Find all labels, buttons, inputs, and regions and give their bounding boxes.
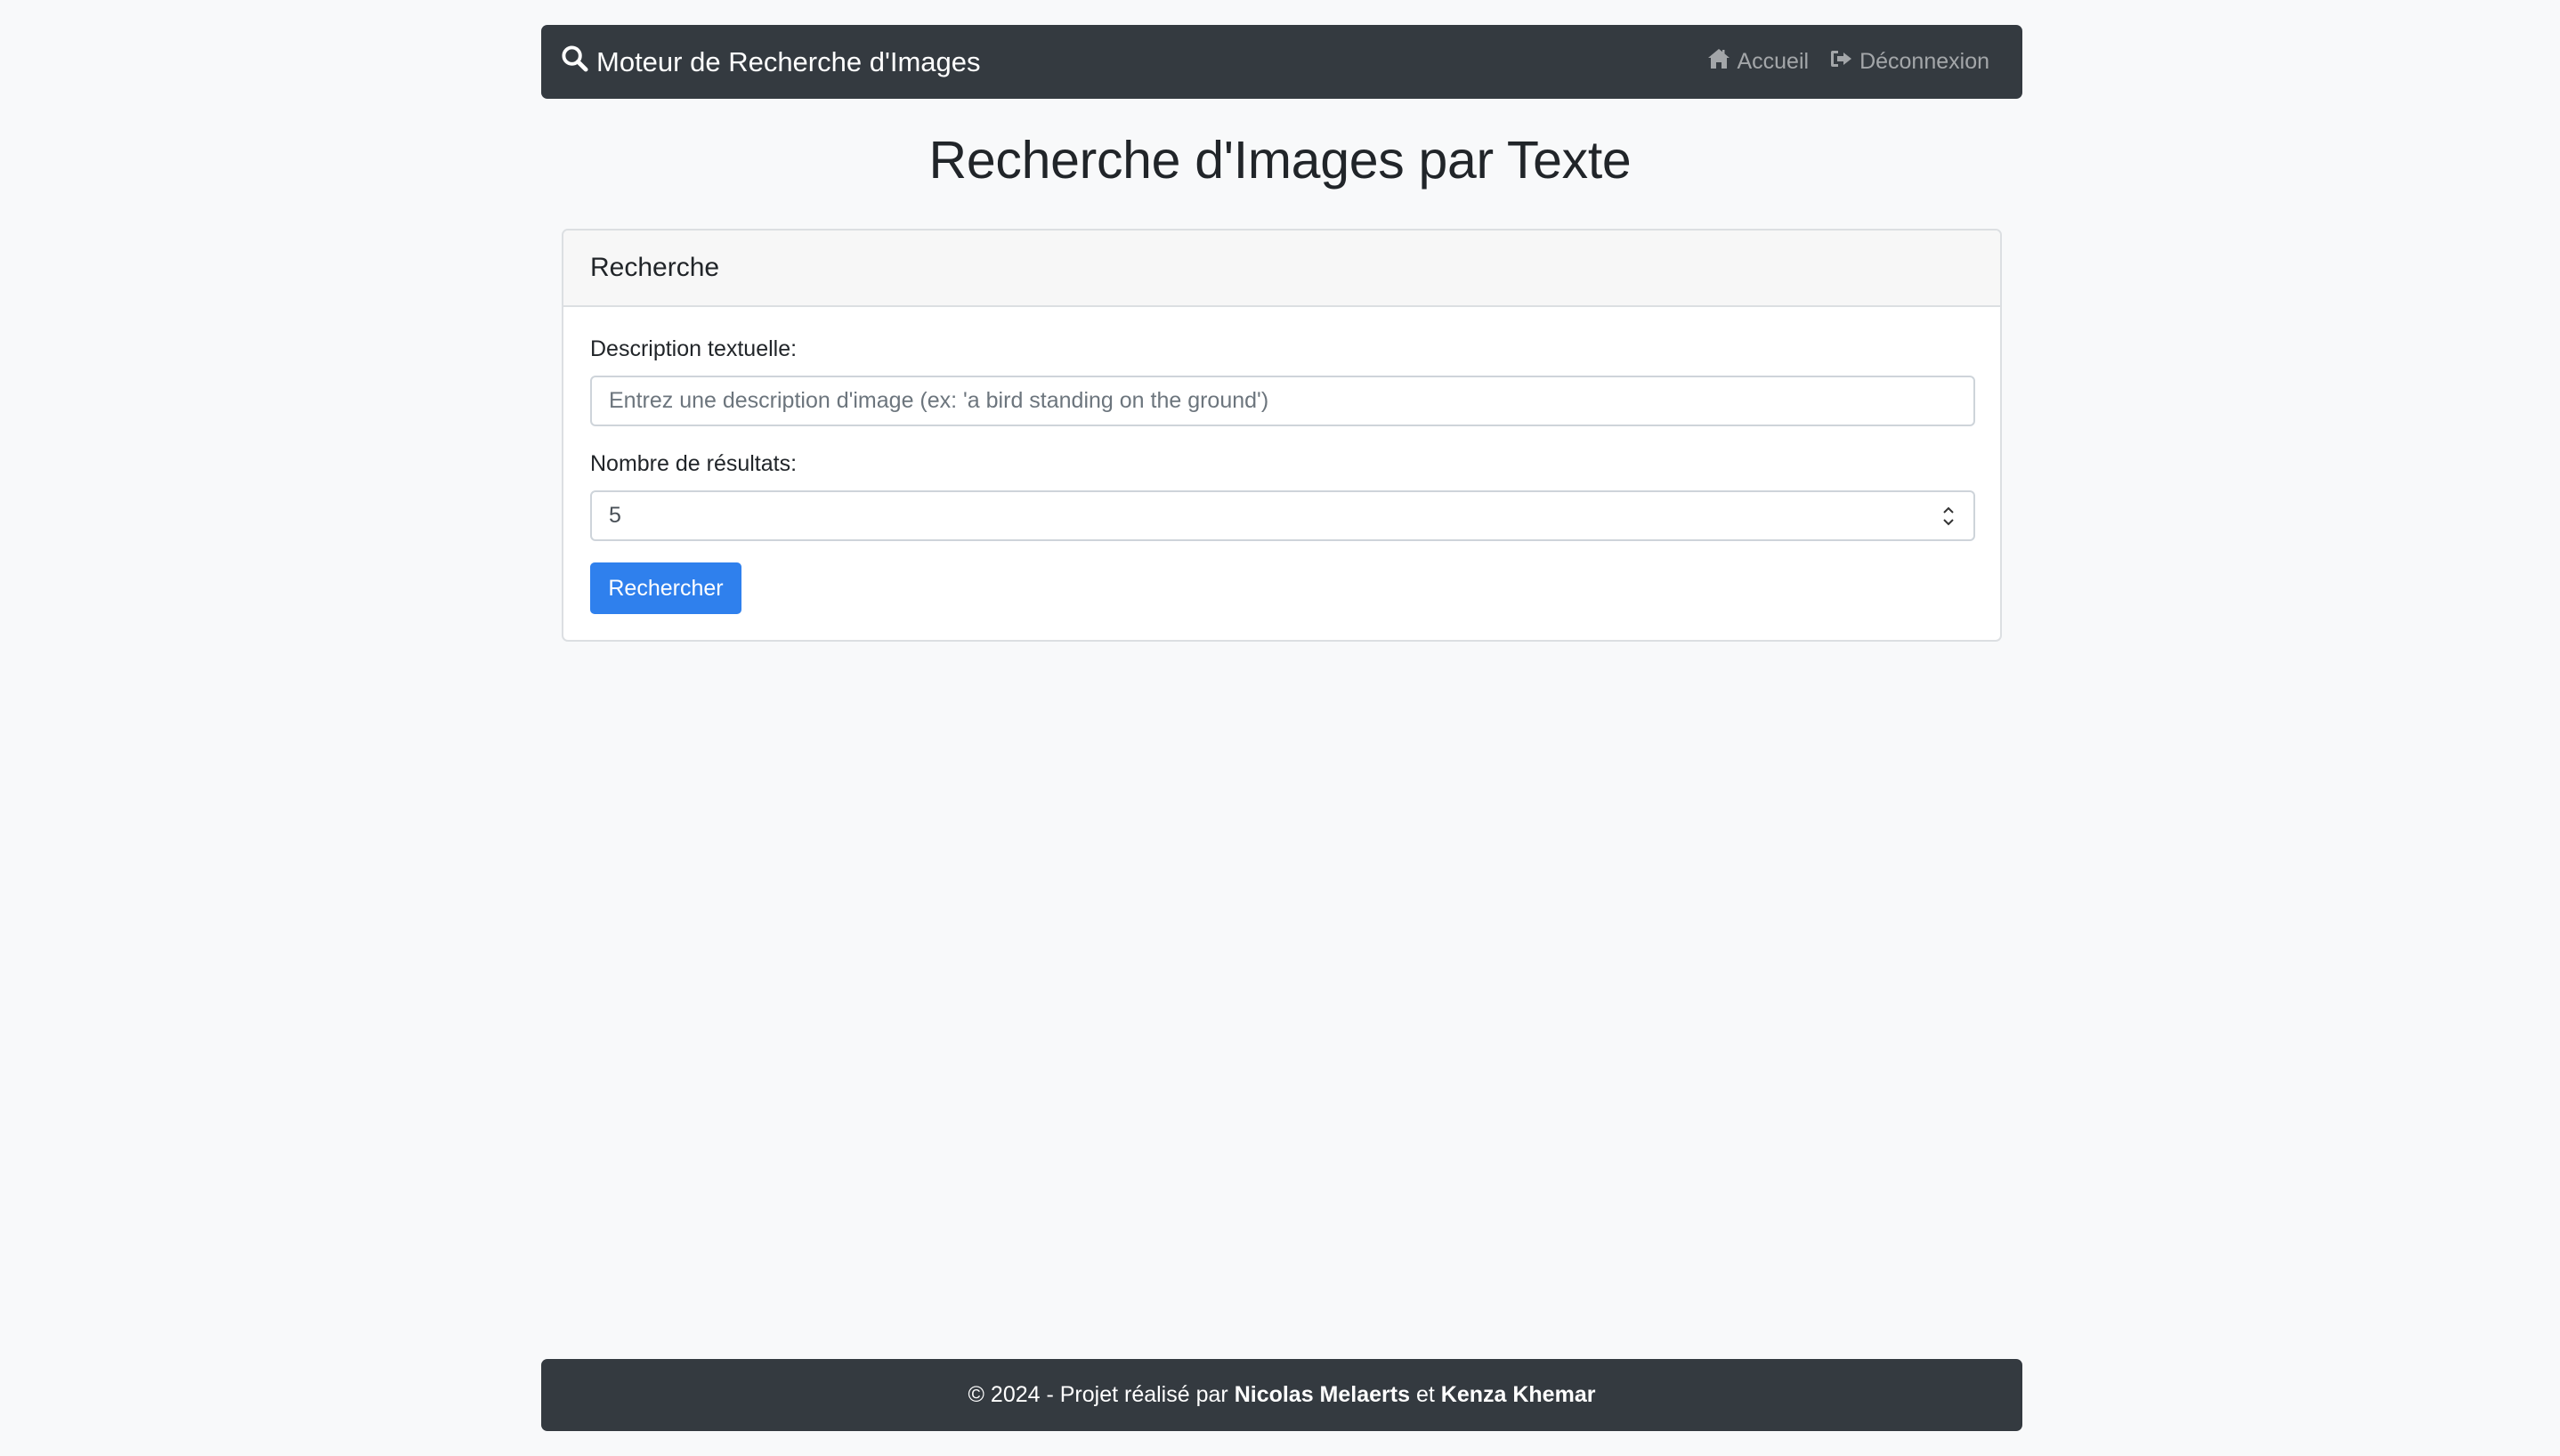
search-card-header: Recherche (563, 231, 2000, 307)
footer-prefix: © 2024 - Projet réalisé par (968, 1382, 1228, 1407)
search-button[interactable]: Rechercher (590, 562, 741, 614)
search-card: Recherche Description textuelle: Nombre … (562, 229, 2002, 642)
footer-author-1: Nicolas Melaerts (1234, 1382, 1411, 1407)
nav-link-logout-label: Déconnexion (1859, 49, 1989, 74)
footer-conjunction: et (1415, 1382, 1435, 1407)
brand-link[interactable]: Moteur de Recherche d'Images (561, 44, 981, 79)
description-label: Description textuelle: (590, 336, 798, 361)
count-label: Nombre de résultats: (590, 451, 798, 476)
brand-title: Moteur de Recherche d'Images (596, 45, 981, 77)
nav-link-logout[interactable]: Déconnexion (1830, 48, 1989, 76)
search-icon (561, 44, 596, 79)
count-value: 5 (609, 503, 621, 528)
nav-links: Accueil Déconnexion (1707, 48, 1989, 76)
count-input[interactable]: 5 (590, 490, 1975, 541)
page: Moteur de Recherche d'Images Accueil Déc… (0, 0, 2560, 1456)
home-icon (1707, 48, 1737, 76)
footer-author-2: Kenza Khemar (1440, 1382, 1596, 1407)
footer: © 2024 - Projet réalisé par Nicolas Mela… (541, 1359, 2022, 1431)
sign-out-icon (1830, 48, 1859, 76)
number-spinner-icon[interactable] (1941, 504, 1956, 529)
page-title: Recherche d'Images par Texte (928, 131, 1632, 190)
description-input[interactable] (590, 376, 1975, 426)
nav-link-home[interactable]: Accueil (1707, 48, 1809, 76)
nav-link-home-label: Accueil (1737, 49, 1810, 74)
navbar: Moteur de Recherche d'Images Accueil Déc… (541, 25, 2022, 99)
